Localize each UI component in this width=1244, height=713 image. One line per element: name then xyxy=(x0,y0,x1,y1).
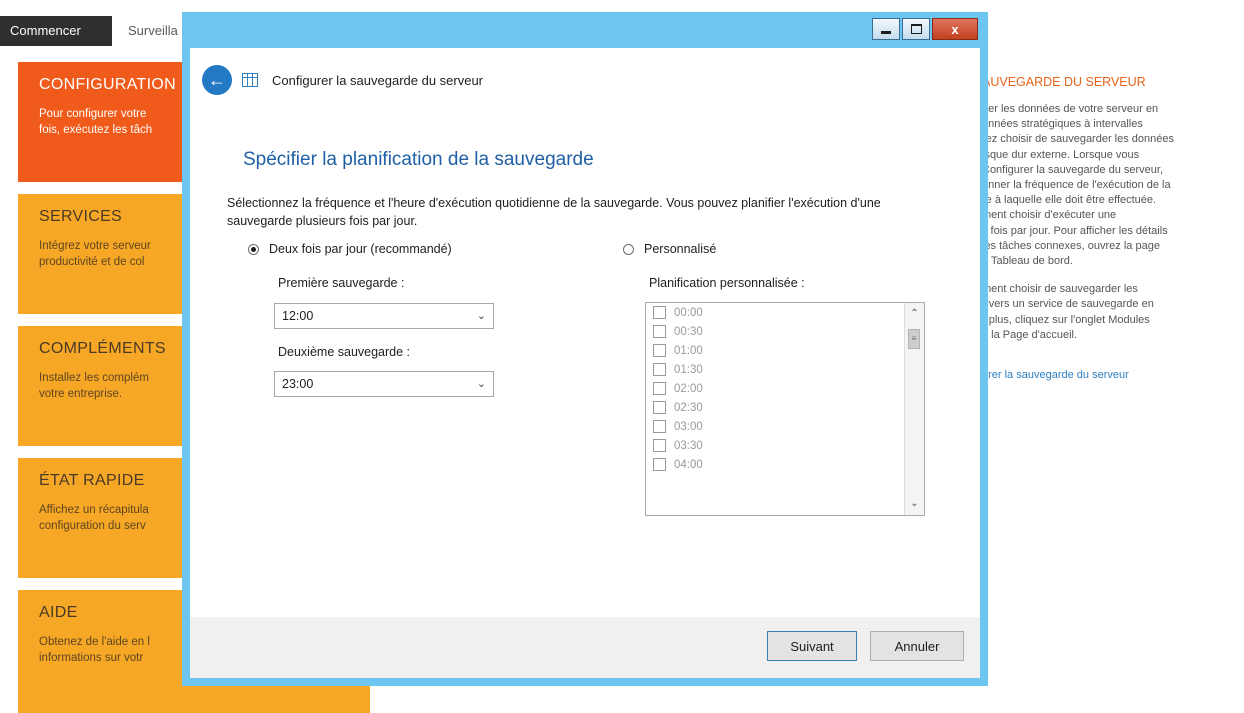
dialog-header-row: ← Configurer la sauvegarde du serveur xyxy=(190,63,483,97)
radio-unselected-icon xyxy=(623,243,634,255)
first-backup-select[interactable]: 12:00 ⌄ xyxy=(274,303,494,329)
second-backup-label: Deuxième sauvegarde : xyxy=(278,345,411,359)
dialog-body: Spécifier la planification de la sauvega… xyxy=(190,112,980,617)
time-label: 01:00 xyxy=(674,344,703,357)
checkbox-icon xyxy=(653,382,666,395)
custom-schedule-label: Planification personnalisée : xyxy=(649,276,805,290)
dialog-title: Configurer la sauvegarde du serveur xyxy=(272,72,484,88)
info-panel: AUVEGARDE DU SERVEUR ger les données de … xyxy=(982,75,1240,381)
radio-custom[interactable]: Personnalisé xyxy=(623,242,716,256)
radio-label: Personnalisé xyxy=(644,242,717,256)
checkbox-icon xyxy=(653,439,666,452)
time-label: 03:30 xyxy=(674,439,703,452)
tab-commencer[interactable]: Commencer xyxy=(0,16,112,46)
radio-label: Deux fois par jour (recommandé) xyxy=(269,242,452,256)
close-button[interactable]: x xyxy=(932,18,978,40)
minimize-icon xyxy=(881,31,891,34)
scroll-down-icon[interactable]: ⌄ xyxy=(905,495,924,513)
minimize-button[interactable] xyxy=(872,18,900,40)
maximize-icon xyxy=(910,24,922,34)
window-controls: x xyxy=(870,18,978,44)
radio-twice-daily[interactable]: Deux fois par jour (recommandé) xyxy=(248,242,452,256)
dialog-footer: Suivant Annuler xyxy=(190,617,980,678)
checkbox-icon xyxy=(653,325,666,338)
back-arrow-icon: ← xyxy=(208,69,226,90)
tab-surveillance[interactable]: Surveilla xyxy=(128,16,178,46)
backup-wizard-dialog: x ← Configurer la sauvegarde du serveur … xyxy=(182,12,988,686)
list-item[interactable]: 01:00 xyxy=(646,341,924,360)
scroll-thumb[interactable]: ≡ xyxy=(908,329,920,349)
checkbox-icon xyxy=(653,363,666,376)
radio-selected-icon xyxy=(248,243,259,255)
time-label: 01:30 xyxy=(674,363,703,376)
scrollbar[interactable]: ⌃ ≡ ⌄ xyxy=(904,303,924,515)
list-item[interactable]: 03:30 xyxy=(646,436,924,455)
custom-schedule-list[interactable]: 00:00 00:30 01:00 01:30 02:00 02:30 03:0… xyxy=(645,302,925,516)
first-backup-label: Première sauvegarde : xyxy=(278,276,405,290)
info-title: AUVEGARDE DU SERVEUR xyxy=(982,75,1146,89)
info-paragraph: ger les données de votre serveur en onné… xyxy=(982,103,1175,268)
second-backup-select[interactable]: 23:00 ⌄ xyxy=(274,371,494,397)
time-label: 00:00 xyxy=(674,306,703,319)
chevron-down-icon: ⌄ xyxy=(476,378,486,390)
calendar-table-icon xyxy=(242,73,258,87)
list-item[interactable]: 01:30 xyxy=(646,360,924,379)
scroll-up-icon[interactable]: ⌃ xyxy=(905,305,924,323)
select-value: 23:00 xyxy=(282,377,314,391)
checkbox-icon xyxy=(653,401,666,414)
maximize-button[interactable] xyxy=(902,18,930,40)
list-item[interactable]: 00:30 xyxy=(646,322,924,341)
list-item[interactable]: 04:00 xyxy=(646,455,924,474)
next-button[interactable]: Suivant xyxy=(767,631,857,661)
time-label: 04:00 xyxy=(674,458,703,471)
configure-backup-link[interactable]: urer la sauvegarde du serveur xyxy=(982,369,1240,381)
cancel-button[interactable]: Annuler xyxy=(870,631,964,661)
checkbox-icon xyxy=(653,420,666,433)
list-item[interactable]: 03:00 xyxy=(646,417,924,436)
time-label: 02:30 xyxy=(674,401,703,414)
list-item[interactable]: 02:30 xyxy=(646,398,924,417)
page-title: Spécifier la planification de la sauvega… xyxy=(243,149,594,170)
intro-text: Sélectionnez la fréquence et l'heure d'e… xyxy=(227,196,881,228)
dialog-header: ← Configurer la sauvegarde du serveur xyxy=(190,48,980,112)
checkbox-icon xyxy=(653,458,666,471)
close-icon: x xyxy=(951,21,959,37)
list-item[interactable]: 00:00 xyxy=(646,303,924,322)
list-item[interactable]: 02:00 xyxy=(646,379,924,398)
time-label: 03:00 xyxy=(674,420,703,433)
time-label: 00:30 xyxy=(674,325,703,338)
checkbox-icon xyxy=(653,306,666,319)
info-paragraph: ment choisir de sauvegarder les r vers u… xyxy=(982,283,1154,341)
chevron-down-icon: ⌄ xyxy=(476,310,486,322)
time-label: 02:00 xyxy=(674,382,703,395)
checkbox-icon xyxy=(653,344,666,357)
select-value: 12:00 xyxy=(282,309,314,323)
back-button[interactable]: ← xyxy=(202,65,232,95)
